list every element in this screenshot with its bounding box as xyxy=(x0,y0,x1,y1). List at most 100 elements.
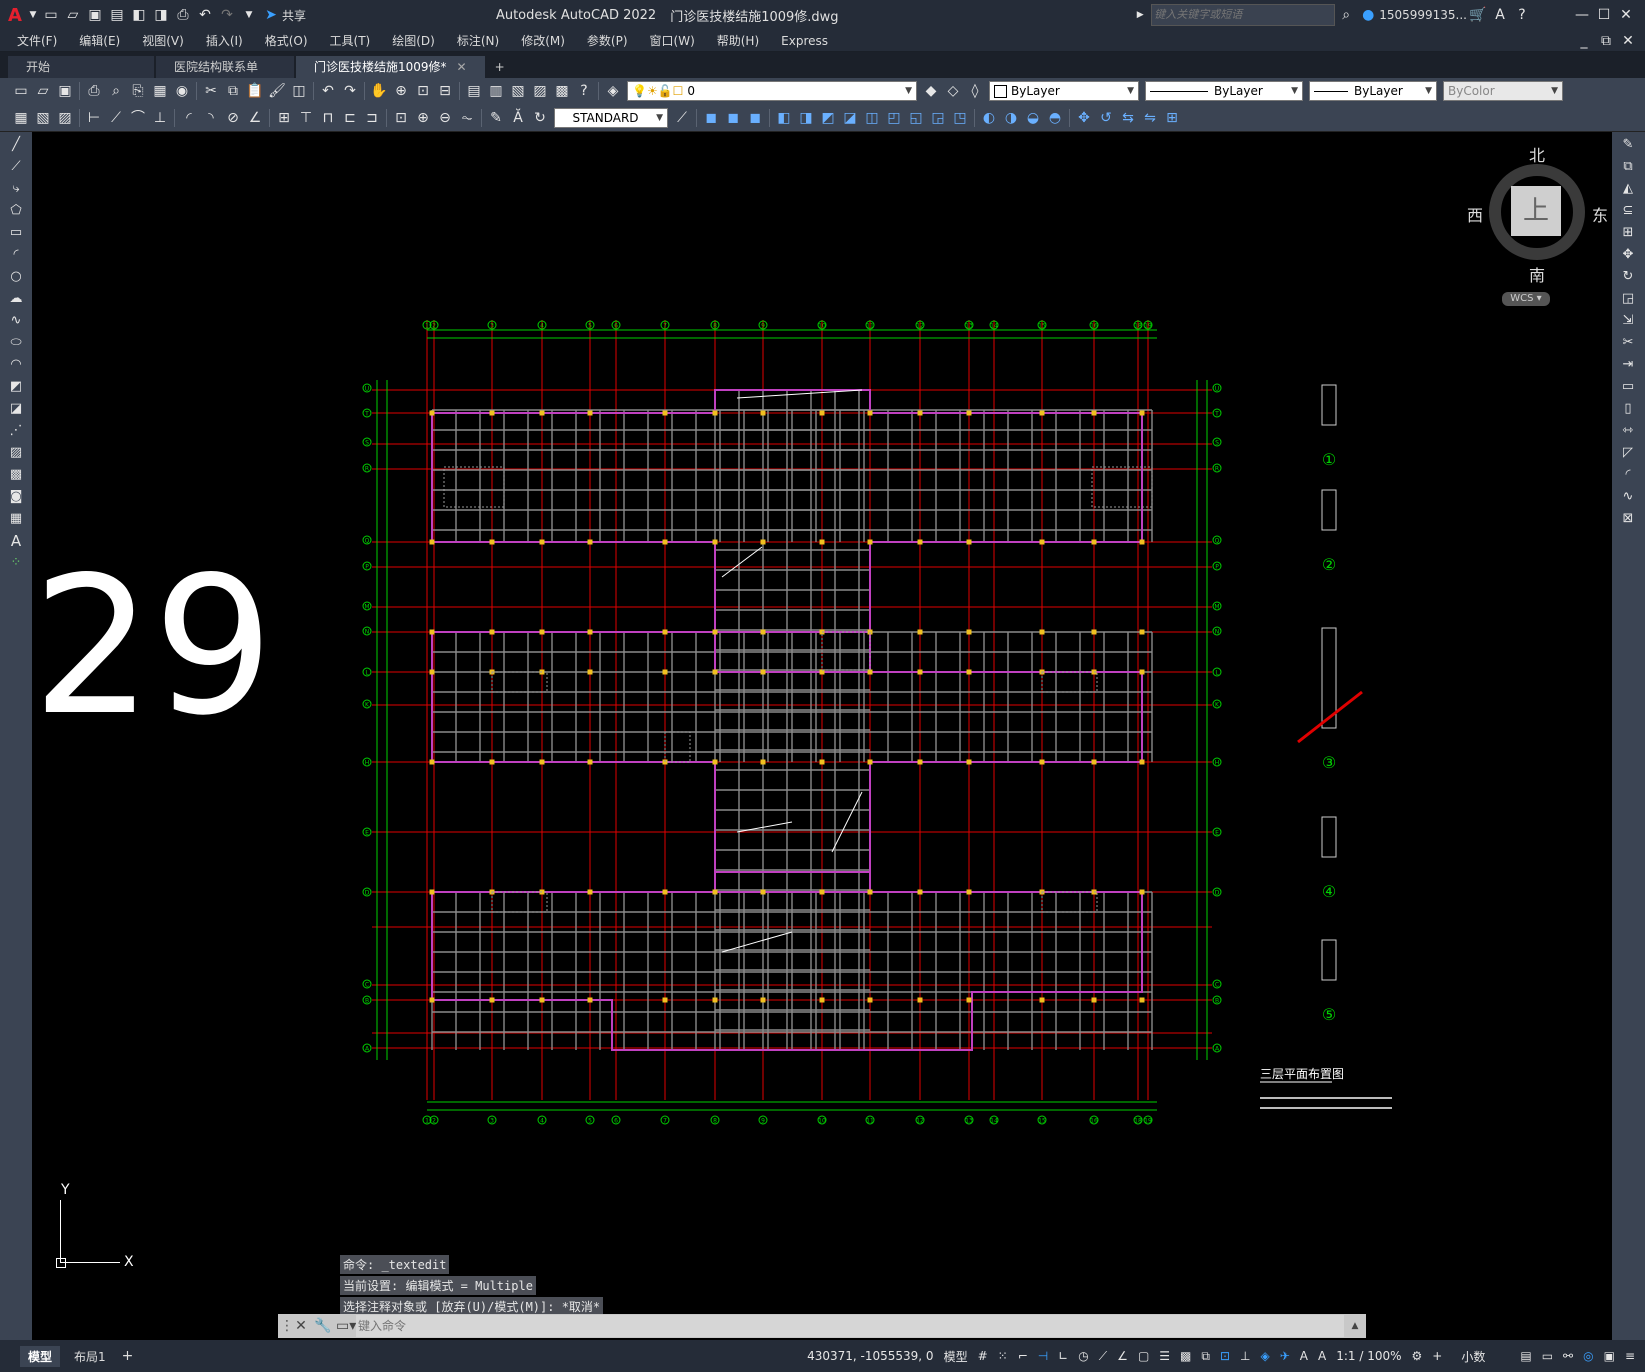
menu-insert[interactable]: 插入(I) xyxy=(206,32,243,49)
command-input[interactable] xyxy=(356,1315,1344,1337)
calculator-icon[interactable]: ▦ xyxy=(151,82,169,100)
redo-icon[interactable]: ↷ xyxy=(218,6,236,24)
ucs-icon[interactable]: ▨ xyxy=(56,109,74,127)
customization-menu-icon[interactable]: ≡ xyxy=(1625,1349,1635,1363)
command-chevron-icon[interactable]: ▲ xyxy=(1346,1317,1364,1335)
close-cmd-icon[interactable]: ✕ xyxy=(292,1317,310,1335)
inspection-icon[interactable]: ⊖ xyxy=(436,109,454,127)
maximize-icon[interactable]: ☐ xyxy=(1595,6,1613,24)
intersect-icon[interactable]: ◲ xyxy=(929,109,947,127)
linear-dimension-icon[interactable]: ⊢ xyxy=(85,109,103,127)
arc-length-icon[interactable]: ⌒ xyxy=(129,109,147,127)
menu-view[interactable]: 视图(V) xyxy=(142,32,184,49)
cone-icon[interactable]: ◼ xyxy=(746,109,764,127)
snap-icon[interactable]: ⁙ xyxy=(998,1349,1008,1363)
continue-dimension-icon[interactable]: ⊓ xyxy=(319,109,337,127)
menu-edit[interactable]: 编辑(E) xyxy=(79,32,120,49)
rotate-icon[interactable]: ↻ xyxy=(1618,268,1638,286)
compass-south[interactable]: 南 xyxy=(1529,262,1545,286)
cut-icon[interactable]: ✂ xyxy=(202,82,220,100)
make-block-icon[interactable]: ◪ xyxy=(6,400,26,418)
revision-cloud-icon[interactable]: ☁ xyxy=(6,290,26,308)
slice-icon[interactable]: ◳ xyxy=(951,109,969,127)
chevron-right-icon[interactable]: ▶ xyxy=(1131,6,1149,24)
doc-minimize-icon[interactable]: _ xyxy=(1575,32,1593,50)
minimize-icon[interactable]: — xyxy=(1573,6,1591,24)
view-manager-icon[interactable]: ▦ xyxy=(12,109,30,127)
compass-east[interactable]: 东 xyxy=(1592,202,1608,226)
ortho-icon[interactable]: ∟ xyxy=(1058,1349,1068,1363)
tab-start[interactable]: 开始 xyxy=(8,56,154,78)
menu-tools[interactable]: 工具(T) xyxy=(330,32,371,49)
visual-style-icon[interactable]: ◐ xyxy=(980,109,998,127)
object-snap-tracking-icon[interactable]: ∠ xyxy=(1117,1349,1128,1363)
move-icon[interactable]: ✥ xyxy=(1618,246,1638,264)
zoom-window-icon[interactable]: ⊡ xyxy=(414,82,432,100)
break-at-point-icon[interactable]: ▭ xyxy=(1618,378,1638,396)
annotation-scale-value[interactable]: 1:1 / 100% xyxy=(1336,1349,1401,1363)
add-layout-button[interactable]: + xyxy=(122,1348,134,1364)
circle-icon[interactable]: ○ xyxy=(6,268,26,286)
erase-icon[interactable]: ✎ xyxy=(1618,136,1638,154)
add-selected-icon[interactable]: ⁘ xyxy=(6,554,26,572)
open-icon[interactable]: ▱ xyxy=(34,82,52,100)
zoom-realtime-icon[interactable]: ⊕ xyxy=(392,82,410,100)
dynamic-input-icon[interactable]: ⊣ xyxy=(1038,1349,1048,1363)
object-snap-icon[interactable]: ▢ xyxy=(1138,1349,1149,1363)
new-file-icon[interactable]: ▭ xyxy=(42,6,60,24)
menu-parametric[interactable]: 参数(P) xyxy=(587,32,628,49)
3d-osnap-icon[interactable]: ⊡ xyxy=(1220,1349,1230,1363)
linetype-dropdown[interactable]: ByLayer ▼ xyxy=(1145,81,1303,101)
help-icon[interactable]: ? xyxy=(575,82,593,100)
jogged-linear-icon[interactable]: ⏦ xyxy=(458,109,476,127)
menu-window[interactable]: 窗口(W) xyxy=(650,32,695,49)
sheetset-icon[interactable]: ▥ xyxy=(487,82,505,100)
dropdown-arrow-icon[interactable]: ▼ xyxy=(28,6,38,24)
print-icon[interactable]: ⎙ xyxy=(174,6,192,24)
menu-draw[interactable]: 绘图(D) xyxy=(392,32,435,49)
line-icon[interactable]: ╱ xyxy=(6,136,26,154)
dynamic-ucs-icon[interactable]: ⊥ xyxy=(1240,1349,1250,1363)
search-icon[interactable]: ⌕ xyxy=(1337,6,1355,24)
light-icon[interactable]: ◓ xyxy=(1046,109,1064,127)
isodraft-icon[interactable]: ⟋ xyxy=(1099,1349,1107,1364)
zoom-previous-icon[interactable]: ⊟ xyxy=(436,82,454,100)
isolate-objects-icon[interactable]: ⚯ xyxy=(1563,1349,1573,1363)
tolerance-icon[interactable]: ⊡ xyxy=(392,109,410,127)
dimension-edit-icon[interactable]: ✎ xyxy=(487,109,505,127)
offset-icon[interactable]: ⊆ xyxy=(1618,202,1638,220)
named-views-icon[interactable]: ▧ xyxy=(34,109,52,127)
tab-current-drawing[interactable]: 门诊医技楼结施1009修* ✕ xyxy=(296,56,485,78)
viewcube[interactable]: 上 北 南 西 东 xyxy=(1467,142,1608,285)
fillet-icon[interactable]: ◜ xyxy=(1618,466,1638,484)
point-icon[interactable]: ⋰ xyxy=(6,422,26,440)
menu-express[interactable]: Express xyxy=(781,34,828,48)
grip-handle-icon[interactable]: ⋮ xyxy=(280,1317,294,1335)
insert-block-icon[interactable]: ◩ xyxy=(6,378,26,396)
polar-tracking-icon[interactable]: ◷ xyxy=(1078,1349,1088,1363)
arc-icon[interactable]: ◜ xyxy=(6,246,26,264)
copy-icon[interactable]: ⧉ xyxy=(224,82,242,100)
drawing-canvas[interactable]: 1 1 2 2 3 3 4 4 5 5 6 6 7 7 8 8 9 9 10 10 11 11 12 12 13 13 14 14 15… xyxy=(32,132,1612,1340)
plot-preview-icon[interactable]: ⌕ xyxy=(107,82,125,100)
close-icon[interactable]: ✕ xyxy=(1617,6,1635,24)
dimension-space-icon[interactable]: ⊏ xyxy=(341,109,359,127)
extend-icon[interactable]: ⇥ xyxy=(1618,356,1638,374)
annotation-visibility-icon[interactable]: ✈ xyxy=(1280,1349,1290,1363)
redo-icon[interactable]: ↷ xyxy=(341,82,359,100)
save-icon[interactable]: ▣ xyxy=(56,82,74,100)
trim-icon[interactable]: ✂ xyxy=(1618,334,1638,352)
autocad-logo[interactable]: A xyxy=(8,5,22,26)
annotation-scale-icon[interactable]: A xyxy=(1318,1349,1326,1363)
color-dropdown[interactable]: ByLayer ▼ xyxy=(989,81,1139,101)
revolve-icon[interactable]: ◪ xyxy=(841,109,859,127)
menu-file[interactable]: 文件(F) xyxy=(17,32,57,49)
table-icon[interactable]: ▦ xyxy=(6,510,26,528)
doc-restore-icon[interactable]: ⧉ xyxy=(1597,32,1615,50)
units-value[interactable]: 小数 xyxy=(1461,1348,1485,1365)
material-icon[interactable]: ◒ xyxy=(1024,109,1042,127)
undo-icon[interactable]: ↶ xyxy=(319,82,337,100)
doc-close-icon[interactable]: ✕ xyxy=(1619,32,1637,50)
grid-icon[interactable]: # xyxy=(978,1349,988,1363)
render-icon[interactable]: ◑ xyxy=(1002,109,1020,127)
